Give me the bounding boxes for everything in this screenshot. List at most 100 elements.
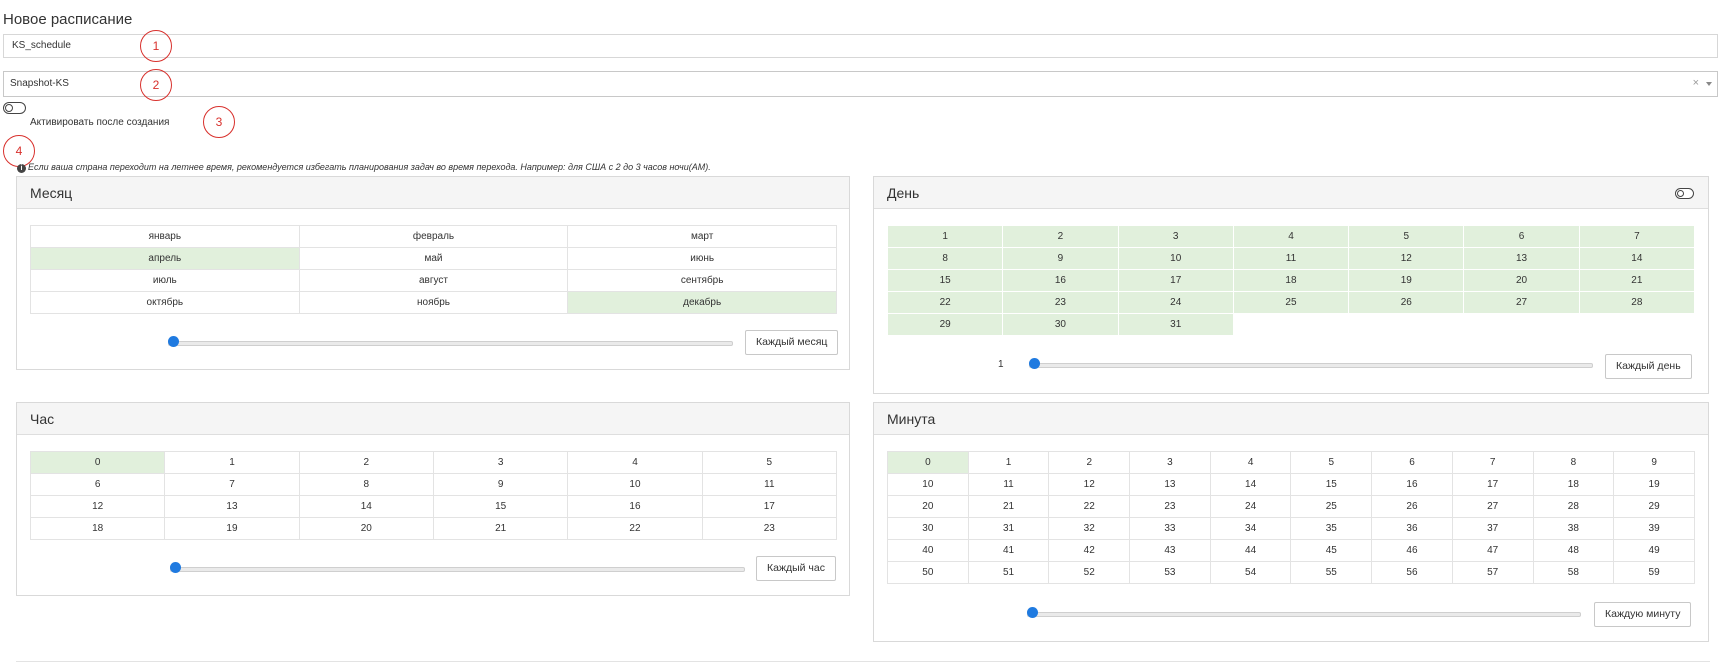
day-cell[interactable]: 20 [1463,269,1580,292]
day-toggle[interactable] [1675,188,1694,199]
hour-cell[interactable]: 3 [432,451,569,474]
month-slider-thumb[interactable] [168,336,179,347]
minute-cell[interactable]: 2 [1048,451,1131,474]
caret-down-icon[interactable] [1706,82,1712,86]
hour-slider-thumb[interactable] [170,562,181,573]
day-cell[interactable]: 2 [1002,225,1119,248]
minute-cell[interactable]: 30 [887,517,969,540]
month-cell[interactable]: апрель [30,247,300,270]
day-cell[interactable]: 21 [1578,269,1696,292]
day-cell[interactable]: 15 [886,269,1004,292]
day-cell[interactable]: 28 [1578,291,1696,314]
day-cell[interactable]: 3 [1117,225,1234,248]
clear-icon[interactable]: × [1693,77,1699,89]
hour-cell[interactable]: 22 [567,517,703,540]
minute-cell[interactable]: 13 [1129,473,1211,496]
every-minute-button[interactable]: Каждую минуту [1594,602,1692,627]
minute-cell[interactable]: 45 [1290,539,1373,562]
month-cell[interactable]: июнь [567,247,837,270]
hour-cell[interactable]: 5 [701,451,838,474]
hour-cell[interactable]: 11 [701,473,838,496]
day-cell[interactable]: 24 [1117,291,1234,314]
month-cell[interactable]: февраль [298,225,569,248]
minute-cell[interactable]: 3 [1129,451,1211,474]
minute-cell[interactable]: 1 [967,451,1050,474]
minute-cell[interactable]: 22 [1048,495,1131,518]
hour-cell[interactable]: 14 [298,495,434,518]
minute-cell[interactable]: 8 [1532,451,1615,474]
hour-cell[interactable]: 21 [432,517,569,540]
every-month-button[interactable]: Каждый месяц [745,330,839,355]
minute-cell[interactable]: 11 [967,473,1050,496]
day-cell[interactable]: 16 [1002,269,1119,292]
minute-cell[interactable]: 29 [1613,495,1695,518]
day-cell[interactable]: 22 [886,291,1004,314]
minute-cell[interactable]: 15 [1290,473,1373,496]
day-cell[interactable]: 31 [1117,313,1234,336]
hour-cell[interactable]: 8 [298,473,434,496]
minute-cell[interactable]: 6 [1371,451,1453,474]
minute-slider-thumb[interactable] [1027,607,1038,618]
minute-cell[interactable]: 44 [1209,539,1292,562]
minute-cell[interactable]: 31 [967,517,1050,540]
target-select[interactable]: Snapshot-KS × [3,71,1718,97]
month-cell[interactable]: март [567,225,837,248]
minute-cell[interactable]: 5 [1290,451,1373,474]
minute-cell[interactable]: 35 [1290,517,1373,540]
minute-cell[interactable]: 32 [1048,517,1131,540]
minute-cell[interactable]: 28 [1532,495,1615,518]
month-cell[interactable]: июль [30,269,300,292]
minute-cell[interactable]: 27 [1451,495,1534,518]
minute-cell[interactable]: 17 [1451,473,1534,496]
minute-cell[interactable]: 39 [1613,517,1695,540]
month-cell[interactable]: сентябрь [567,269,837,292]
day-cell[interactable]: 17 [1117,269,1234,292]
minute-cell[interactable]: 52 [1048,561,1131,584]
day-cell[interactable]: 7 [1578,225,1696,248]
day-cell[interactable]: 19 [1348,269,1465,292]
hour-cell[interactable]: 0 [29,451,166,474]
hour-cell[interactable]: 12 [29,495,166,518]
minute-cell[interactable]: 49 [1613,539,1695,562]
minute-cell[interactable]: 7 [1451,451,1534,474]
day-cell[interactable]: 8 [886,247,1004,270]
month-cell[interactable]: декабрь [567,291,837,314]
minute-cell[interactable]: 16 [1371,473,1453,496]
minute-cell[interactable]: 51 [967,561,1050,584]
minute-cell[interactable]: 33 [1129,517,1211,540]
hour-cell[interactable]: 6 [29,473,166,496]
minute-cell[interactable]: 38 [1532,517,1615,540]
minute-cell[interactable]: 37 [1451,517,1534,540]
minute-cell[interactable]: 42 [1048,539,1131,562]
hour-cell[interactable]: 13 [164,495,300,518]
minute-cell[interactable]: 12 [1048,473,1131,496]
month-cell[interactable]: август [298,269,569,292]
day-cell[interactable]: 5 [1348,225,1465,248]
day-cell[interactable]: 13 [1463,247,1580,270]
day-cell[interactable]: 11 [1232,247,1350,270]
day-cell[interactable]: 27 [1463,291,1580,314]
minute-cell[interactable]: 53 [1129,561,1211,584]
minute-cell[interactable]: 10 [887,473,969,496]
minute-cell[interactable]: 48 [1532,539,1615,562]
minute-cell[interactable]: 26 [1371,495,1453,518]
hour-cell[interactable]: 9 [432,473,569,496]
hour-cell[interactable]: 2 [298,451,434,474]
minute-cell[interactable]: 56 [1371,561,1453,584]
minute-cell[interactable]: 54 [1209,561,1292,584]
day-cell[interactable]: 26 [1348,291,1465,314]
minute-cell[interactable]: 19 [1613,473,1695,496]
every-hour-button[interactable]: Каждый час [756,556,836,581]
hour-cell[interactable]: 16 [567,495,703,518]
hour-cell[interactable]: 18 [29,517,166,540]
hour-cell[interactable]: 4 [567,451,703,474]
activate-toggle[interactable] [3,102,26,114]
day-cell[interactable]: 12 [1348,247,1465,270]
minute-cell[interactable]: 50 [887,561,969,584]
hour-cell[interactable]: 7 [164,473,300,496]
hour-cell[interactable]: 19 [164,517,300,540]
minute-cell[interactable]: 46 [1371,539,1453,562]
month-cell[interactable]: октябрь [30,291,300,314]
day-cell[interactable]: 6 [1463,225,1580,248]
minute-cell[interactable]: 4 [1209,451,1292,474]
